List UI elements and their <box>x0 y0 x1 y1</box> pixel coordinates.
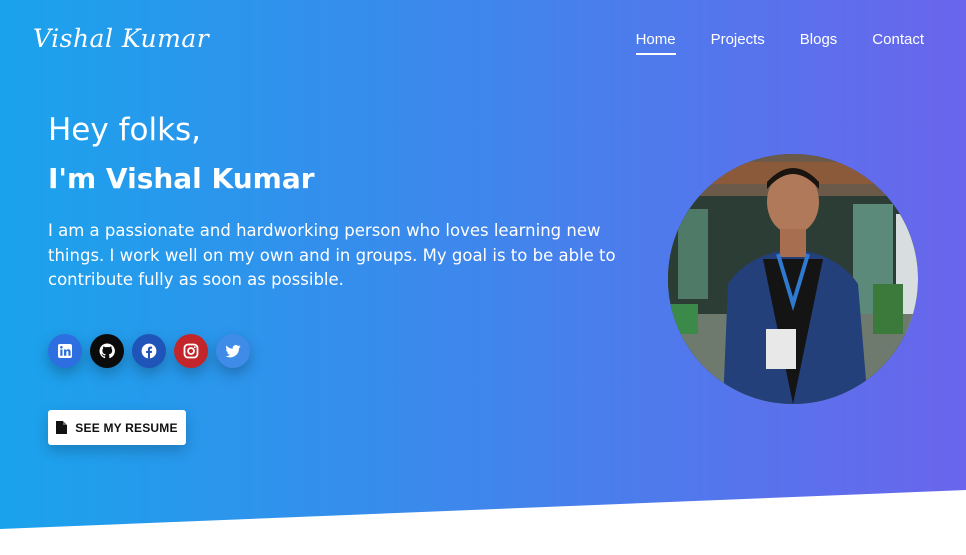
facebook-button[interactable] <box>132 334 166 368</box>
instagram-button[interactable] <box>174 334 208 368</box>
hero-name: I'm Vishal Kumar <box>48 162 315 195</box>
resume-button-label: SEE MY RESUME <box>75 420 178 435</box>
main-nav: Home Projects Blogs Contact <box>635 31 924 55</box>
hero-greeting: Hey folks, <box>48 112 202 148</box>
facebook-icon <box>141 343 157 359</box>
github-button[interactable] <box>90 334 124 368</box>
github-icon <box>99 343 115 359</box>
nav-home[interactable]: Home <box>635 31 676 55</box>
nav-projects[interactable]: Projects <box>711 31 765 55</box>
document-icon <box>56 421 68 434</box>
nav-blogs[interactable]: Blogs <box>800 31 838 55</box>
linkedin-icon <box>58 344 72 358</box>
hero-bio: I am a passionate and hardworking person… <box>48 221 616 289</box>
linkedin-button[interactable] <box>48 334 82 368</box>
social-links <box>48 334 250 368</box>
nav-contact[interactable]: Contact <box>872 31 924 55</box>
twitter-icon <box>225 345 241 358</box>
profile-photo-illustration <box>668 154 918 404</box>
twitter-button[interactable] <box>216 334 250 368</box>
instagram-icon <box>183 343 199 359</box>
profile-photo <box>668 154 918 404</box>
see-resume-button[interactable]: SEE MY RESUME <box>48 410 186 445</box>
site-logo[interactable]: Vishal Kumar <box>33 24 209 53</box>
